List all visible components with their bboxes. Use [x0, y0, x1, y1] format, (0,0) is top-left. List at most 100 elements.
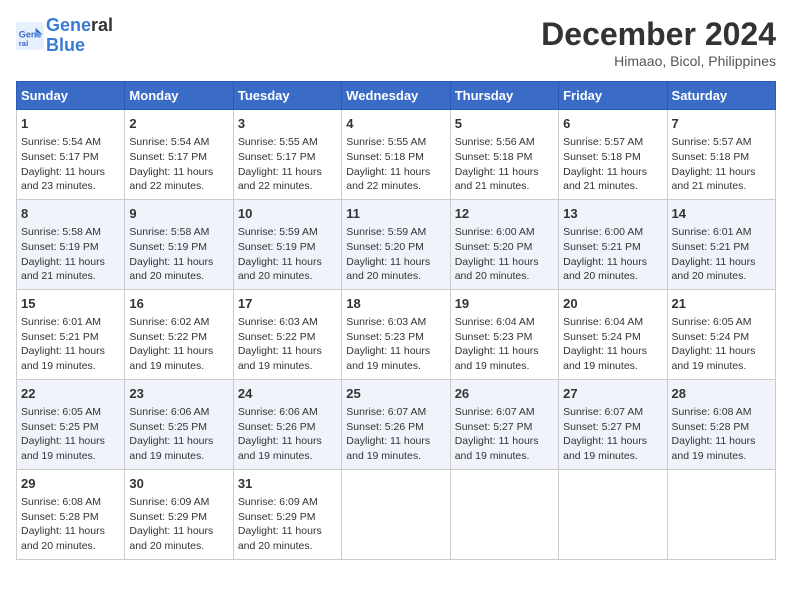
- logo-icon: Gene ral: [16, 22, 44, 50]
- day-info: Sunrise: 6:08 AM Sunset: 5:28 PM Dayligh…: [672, 405, 771, 464]
- day-info: Sunrise: 6:01 AM Sunset: 5:21 PM Dayligh…: [672, 225, 771, 284]
- calendar-cell: 29 Sunrise: 6:08 AM Sunset: 5:28 PM Dayli…: [17, 469, 125, 559]
- weekday-header-friday: Friday: [559, 82, 667, 110]
- day-number: 30: [129, 475, 228, 493]
- day-number: 6: [563, 115, 662, 133]
- day-info: Sunrise: 6:05 AM Sunset: 5:25 PM Dayligh…: [21, 405, 120, 464]
- day-number: 8: [21, 205, 120, 223]
- day-info: Sunrise: 6:01 AM Sunset: 5:21 PM Dayligh…: [21, 315, 120, 374]
- calendar-cell: 30 Sunrise: 6:09 AM Sunset: 5:29 PM Dayli…: [125, 469, 233, 559]
- day-info: Sunrise: 5:56 AM Sunset: 5:18 PM Dayligh…: [455, 135, 554, 194]
- calendar-cell: [450, 469, 558, 559]
- day-info: Sunrise: 6:00 AM Sunset: 5:21 PM Dayligh…: [563, 225, 662, 284]
- calendar-cell: 27 Sunrise: 6:07 AM Sunset: 5:27 PM Dayli…: [559, 379, 667, 469]
- day-number: 18: [346, 295, 445, 313]
- day-number: 2: [129, 115, 228, 133]
- calendar-cell: 5Sunrise: 5:56 AM Sunset: 5:18 PM Daylig…: [450, 110, 558, 200]
- day-number: 13: [563, 205, 662, 223]
- calendar-cell: [559, 469, 667, 559]
- calendar-cell: 18 Sunrise: 6:03 AM Sunset: 5:23 PM Dayli…: [342, 289, 450, 379]
- day-info: Sunrise: 6:02 AM Sunset: 5:22 PM Dayligh…: [129, 315, 228, 374]
- day-number: 22: [21, 385, 120, 403]
- calendar-cell: 17 Sunrise: 6:03 AM Sunset: 5:22 PM Dayli…: [233, 289, 341, 379]
- day-info: Sunrise: 6:06 AM Sunset: 5:26 PM Dayligh…: [238, 405, 337, 464]
- day-info: Sunrise: 6:09 AM Sunset: 5:29 PM Dayligh…: [129, 495, 228, 554]
- day-number: 3: [238, 115, 337, 133]
- day-info: Sunrise: 6:03 AM Sunset: 5:22 PM Dayligh…: [238, 315, 337, 374]
- calendar-table: SundayMondayTuesdayWednesdayThursdayFrid…: [16, 81, 776, 560]
- calendar-cell: 21Sunrise: 6:05 AM Sunset: 5:24 PM Dayli…: [667, 289, 775, 379]
- calendar-cell: 13 Sunrise: 6:00 AM Sunset: 5:21 PM Dayli…: [559, 199, 667, 289]
- day-info: Sunrise: 6:08 AM Sunset: 5:28 PM Dayligh…: [21, 495, 120, 554]
- calendar-cell: 4Sunrise: 5:55 AM Sunset: 5:18 PM Daylig…: [342, 110, 450, 200]
- day-info: Sunrise: 5:55 AM Sunset: 5:17 PM Dayligh…: [238, 135, 337, 194]
- logo: Gene ral GeneralBlue: [16, 16, 113, 56]
- day-number: 17: [238, 295, 337, 313]
- logo-name: GeneralBlue: [46, 16, 113, 56]
- day-number: 1: [21, 115, 120, 133]
- calendar-cell: 8 Sunrise: 5:58 AM Sunset: 5:19 PM Daylig…: [17, 199, 125, 289]
- day-number: 19: [455, 295, 554, 313]
- day-number: 21: [672, 295, 771, 313]
- day-info: Sunrise: 5:57 AM Sunset: 5:18 PM Dayligh…: [563, 135, 662, 194]
- day-number: 23: [129, 385, 228, 403]
- month-title: December 2024: [541, 16, 776, 53]
- calendar-cell: 24 Sunrise: 6:06 AM Sunset: 5:26 PM Dayli…: [233, 379, 341, 469]
- calendar-cell: 12 Sunrise: 6:00 AM Sunset: 5:20 PM Dayli…: [450, 199, 558, 289]
- calendar-cell: 2 Sunrise: 5:54 AM Sunset: 5:17 PM Daylig…: [125, 110, 233, 200]
- day-info: Sunrise: 5:58 AM Sunset: 5:19 PM Dayligh…: [129, 225, 228, 284]
- day-info: Sunrise: 6:07 AM Sunset: 5:26 PM Dayligh…: [346, 405, 445, 464]
- calendar-cell: 31 Sunrise: 6:09 AM Sunset: 5:29 PM Dayli…: [233, 469, 341, 559]
- calendar-cell: [667, 469, 775, 559]
- calendar-cell: 23 Sunrise: 6:06 AM Sunset: 5:25 PM Dayli…: [125, 379, 233, 469]
- day-number: 16: [129, 295, 228, 313]
- day-number: 20: [563, 295, 662, 313]
- day-number: 12: [455, 205, 554, 223]
- day-info: Sunrise: 6:09 AM Sunset: 5:29 PM Dayligh…: [238, 495, 337, 554]
- weekday-header-thursday: Thursday: [450, 82, 558, 110]
- calendar-cell: 3 Sunrise: 5:55 AM Sunset: 5:17 PM Daylig…: [233, 110, 341, 200]
- calendar-cell: 22 Sunrise: 6:05 AM Sunset: 5:25 PM Dayli…: [17, 379, 125, 469]
- location-subtitle: Himaao, Bicol, Philippines: [541, 53, 776, 69]
- day-info: Sunrise: 5:59 AM Sunset: 5:19 PM Dayligh…: [238, 225, 337, 284]
- calendar-cell: 11 Sunrise: 5:59 AM Sunset: 5:20 PM Dayli…: [342, 199, 450, 289]
- day-number: 9: [129, 205, 228, 223]
- day-number: 14: [672, 205, 771, 223]
- day-info: Sunrise: 5:54 AM Sunset: 5:17 PM Dayligh…: [21, 135, 120, 194]
- calendar-cell: 7Sunrise: 5:57 AM Sunset: 5:18 PM Daylig…: [667, 110, 775, 200]
- day-number: 11: [346, 205, 445, 223]
- day-info: Sunrise: 6:04 AM Sunset: 5:23 PM Dayligh…: [455, 315, 554, 374]
- calendar-cell: 10 Sunrise: 5:59 AM Sunset: 5:19 PM Dayli…: [233, 199, 341, 289]
- day-number: 26: [455, 385, 554, 403]
- day-number: 24: [238, 385, 337, 403]
- svg-text:ral: ral: [19, 39, 28, 48]
- day-info: Sunrise: 6:06 AM Sunset: 5:25 PM Dayligh…: [129, 405, 228, 464]
- day-number: 29: [21, 475, 120, 493]
- calendar-cell: 6 Sunrise: 5:57 AM Sunset: 5:18 PM Daylig…: [559, 110, 667, 200]
- page-header: Gene ral GeneralBlue December 2024 Himaa…: [16, 16, 776, 69]
- weekday-header-saturday: Saturday: [667, 82, 775, 110]
- weekday-header-monday: Monday: [125, 82, 233, 110]
- day-number: 10: [238, 205, 337, 223]
- day-number: 31: [238, 475, 337, 493]
- weekday-header-tuesday: Tuesday: [233, 82, 341, 110]
- calendar-cell: [342, 469, 450, 559]
- day-info: Sunrise: 5:58 AM Sunset: 5:19 PM Dayligh…: [21, 225, 120, 284]
- day-info: Sunrise: 5:59 AM Sunset: 5:20 PM Dayligh…: [346, 225, 445, 284]
- day-info: Sunrise: 6:07 AM Sunset: 5:27 PM Dayligh…: [563, 405, 662, 464]
- day-number: 27: [563, 385, 662, 403]
- calendar-cell: 26Sunrise: 6:07 AM Sunset: 5:27 PM Dayli…: [450, 379, 558, 469]
- day-info: Sunrise: 6:03 AM Sunset: 5:23 PM Dayligh…: [346, 315, 445, 374]
- day-number: 7: [672, 115, 771, 133]
- calendar-cell: 20 Sunrise: 6:04 AM Sunset: 5:24 PM Dayli…: [559, 289, 667, 379]
- calendar-cell: 28 Sunrise: 6:08 AM Sunset: 5:28 PM Dayli…: [667, 379, 775, 469]
- calendar-cell: 14 Sunrise: 6:01 AM Sunset: 5:21 PM Dayli…: [667, 199, 775, 289]
- calendar-cell: 9 Sunrise: 5:58 AM Sunset: 5:19 PM Daylig…: [125, 199, 233, 289]
- day-number: 28: [672, 385, 771, 403]
- calendar-cell: 25Sunrise: 6:07 AM Sunset: 5:26 PM Dayli…: [342, 379, 450, 469]
- weekday-header-sunday: Sunday: [17, 82, 125, 110]
- day-info: Sunrise: 5:54 AM Sunset: 5:17 PM Dayligh…: [129, 135, 228, 194]
- day-info: Sunrise: 6:04 AM Sunset: 5:24 PM Dayligh…: [563, 315, 662, 374]
- day-info: Sunrise: 6:00 AM Sunset: 5:20 PM Dayligh…: [455, 225, 554, 284]
- weekday-header-wednesday: Wednesday: [342, 82, 450, 110]
